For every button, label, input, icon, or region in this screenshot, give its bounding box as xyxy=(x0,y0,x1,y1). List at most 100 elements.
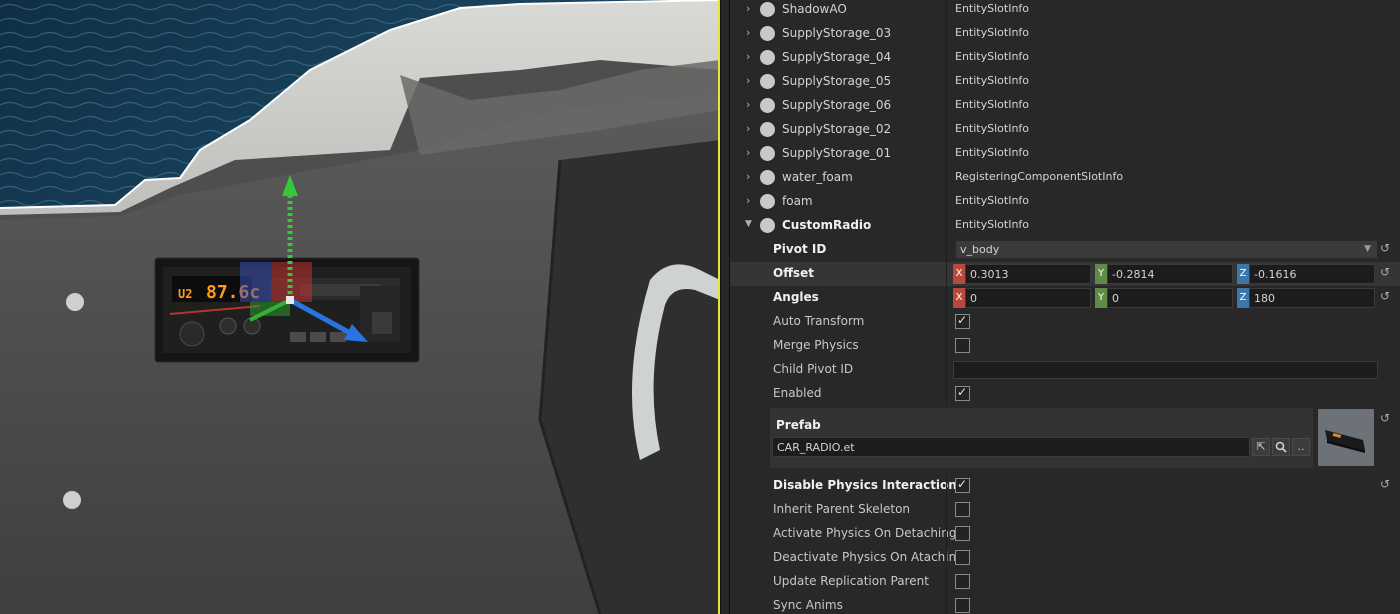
entity-type: EntitySlotInfo xyxy=(955,218,1030,231)
radio-display-left: U2 xyxy=(178,287,192,301)
tree-row-supplystorage-02[interactable]: › SupplyStorage_02 EntitySlotInfo xyxy=(730,118,1400,142)
entity-name: ShadowAO xyxy=(782,2,847,16)
prefab-path-field[interactable]: CAR_RADIO.et xyxy=(772,437,1250,457)
entity-type: EntitySlotInfo xyxy=(955,146,1030,159)
scene-viewport[interactable]: U2 87.6c xyxy=(0,0,720,614)
axis-z-label: Z xyxy=(1237,264,1249,284)
prop-row-activate-physics: Activate Physics On Detaching xyxy=(730,522,1400,546)
tree-row-supplystorage-03[interactable]: › SupplyStorage_03 EntitySlotInfo xyxy=(730,22,1400,46)
prop-label: Auto Transform xyxy=(773,314,865,328)
expand-chevron-icon[interactable]: › xyxy=(746,98,750,111)
radio-volume-knob xyxy=(179,321,205,347)
entity-type: EntitySlotInfo xyxy=(955,2,1030,15)
enabled-checkbox[interactable]: ✓ xyxy=(955,385,970,401)
angles-z-value: 180 xyxy=(1254,292,1275,305)
prop-label: Sync Anims xyxy=(773,598,843,612)
tree-row-shadowao[interactable]: › ShadowAO EntitySlotInfo xyxy=(730,0,1400,22)
prop-row-auto-transform: Auto Transform ✓ xyxy=(730,310,1400,334)
offset-y-value: -0.2814 xyxy=(1112,268,1155,281)
entity-icon xyxy=(760,218,775,233)
offset-x-field[interactable]: X 0.3013 xyxy=(953,264,1091,284)
panel-splitter[interactable] xyxy=(720,0,730,614)
pivot-id-value: v_body xyxy=(960,243,1000,256)
child-pivot-id-input[interactable] xyxy=(953,361,1378,379)
prop-row-child-pivot-id: Child Pivot ID xyxy=(730,358,1400,382)
reset-icon[interactable]: ↺ xyxy=(1380,289,1390,303)
checkmark-icon: ✓ xyxy=(957,477,968,491)
prop-label: Inherit Parent Skeleton xyxy=(773,502,911,516)
entity-icon xyxy=(760,122,775,137)
chevron-down-icon: ▼ xyxy=(1364,244,1371,254)
collapse-chevron-icon[interactable]: ▼ xyxy=(745,219,752,229)
reset-icon[interactable]: ↺ xyxy=(1380,265,1390,279)
offset-y-field[interactable]: Y -0.2814 xyxy=(1095,264,1233,284)
offset-z-value: -0.1616 xyxy=(1254,268,1297,281)
entity-name: SupplyStorage_06 xyxy=(782,98,892,112)
hull-rivet xyxy=(63,491,81,509)
tree-row-supplystorage-05[interactable]: › SupplyStorage_05 EntitySlotInfo xyxy=(730,70,1400,94)
angles-x-field[interactable]: X 0 xyxy=(953,288,1091,308)
prop-row-inherit-skeleton: Inherit Parent Skeleton xyxy=(730,498,1400,522)
entity-name: CustomRadio xyxy=(782,218,872,232)
expand-chevron-icon[interactable]: › xyxy=(746,26,750,39)
prop-label: Child Pivot ID xyxy=(773,362,854,376)
axis-y-label: Y xyxy=(1095,264,1107,284)
prefab-path-value: CAR_RADIO.et xyxy=(777,441,855,454)
activate-physics-checkbox[interactable] xyxy=(955,526,970,541)
prop-label: Activate Physics On Detaching xyxy=(773,526,957,540)
entity-icon xyxy=(760,26,775,41)
tree-row-supplystorage-04[interactable]: › SupplyStorage_04 EntitySlotInfo xyxy=(730,46,1400,70)
prop-label: Enabled xyxy=(773,386,822,400)
open-external-icon[interactable]: ⇱ xyxy=(1252,438,1270,456)
prop-label: Deactivate Physics On Ataching xyxy=(773,550,964,564)
auto-transform-checkbox[interactable]: ✓ xyxy=(955,313,970,329)
prop-row-angles: Angles X 0 Y 0 Z 180 ↺ xyxy=(730,286,1400,310)
prop-label: Merge Physics xyxy=(773,338,859,352)
expand-chevron-icon[interactable]: › xyxy=(746,170,750,183)
sync-anims-checkbox[interactable] xyxy=(955,598,970,613)
tree-row-foam[interactable]: › foam EntitySlotInfo xyxy=(730,190,1400,214)
entity-type: EntitySlotInfo xyxy=(955,74,1030,87)
pivot-id-dropdown[interactable]: v_body ▼ xyxy=(955,240,1378,259)
expand-chevron-icon[interactable]: › xyxy=(746,2,750,15)
angles-x-value: 0 xyxy=(970,292,977,305)
prop-label: Offset xyxy=(773,266,814,280)
angles-z-field[interactable]: Z 180 xyxy=(1237,288,1375,308)
axis-y-label: Y xyxy=(1095,288,1107,308)
prop-row-offset: Offset X 0.3013 Y -0.2814 Z -0.1616 ↺ xyxy=(730,262,1400,286)
prefab-thumbnail xyxy=(1318,409,1374,466)
entity-name: foam xyxy=(782,194,813,208)
expand-chevron-icon[interactable]: › xyxy=(746,146,750,159)
entity-type: EntitySlotInfo xyxy=(955,50,1030,63)
tree-row-customradio[interactable]: ▼ CustomRadio EntitySlotInfo xyxy=(730,214,1400,238)
disable-physics-checkbox[interactable]: ✓ xyxy=(955,477,970,493)
inherit-skeleton-checkbox[interactable] xyxy=(955,502,970,517)
expand-chevron-icon[interactable]: › xyxy=(746,74,750,87)
entity-icon xyxy=(760,50,775,65)
entity-name: SupplyStorage_04 xyxy=(782,50,892,64)
entity-icon xyxy=(760,98,775,113)
prop-label: Pivot ID xyxy=(773,242,827,256)
reset-icon[interactable]: ↺ xyxy=(1380,241,1390,255)
prefab-section: Prefab CAR_RADIO.et ⇱ .. xyxy=(770,408,1313,468)
browse-button[interactable]: .. xyxy=(1292,438,1310,456)
angles-y-field[interactable]: Y 0 xyxy=(1095,288,1233,308)
entity-icon xyxy=(760,74,775,89)
expand-chevron-icon[interactable]: › xyxy=(746,194,750,207)
update-replication-checkbox[interactable] xyxy=(955,574,970,589)
axis-x-label: X xyxy=(953,288,965,308)
prop-row-pivot-id: Pivot ID v_body ▼ ↺ xyxy=(730,238,1400,262)
search-icon[interactable] xyxy=(1272,438,1290,456)
offset-z-field[interactable]: Z -0.1616 xyxy=(1237,264,1375,284)
expand-chevron-icon[interactable]: › xyxy=(746,50,750,63)
tree-row-water-foam[interactable]: › water_foam RegisteringComponentSlotInf… xyxy=(730,166,1400,190)
tree-row-supplystorage-06[interactable]: › SupplyStorage_06 EntitySlotInfo xyxy=(730,94,1400,118)
prop-label: Angles xyxy=(773,290,819,304)
deactivate-physics-checkbox[interactable] xyxy=(955,550,970,565)
reset-icon[interactable]: ↺ xyxy=(1380,411,1390,425)
entity-name: SupplyStorage_05 xyxy=(782,74,892,88)
reset-icon[interactable]: ↺ xyxy=(1380,477,1390,491)
expand-chevron-icon[interactable]: › xyxy=(746,122,750,135)
tree-row-supplystorage-01[interactable]: › SupplyStorage_01 EntitySlotInfo xyxy=(730,142,1400,166)
merge-physics-checkbox[interactable] xyxy=(955,338,970,353)
